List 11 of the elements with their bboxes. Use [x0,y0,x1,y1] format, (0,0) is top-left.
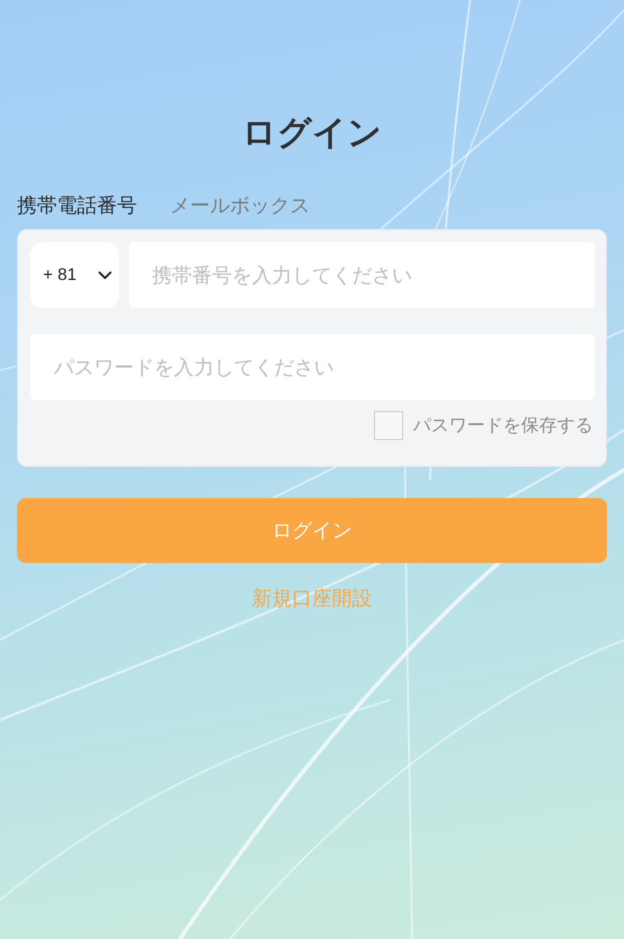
country-code-select[interactable]: + 81 [30,242,119,308]
password-input[interactable]: パスワードを入力してください [30,334,595,400]
login-method-tab[interactable]: メールボックス [170,191,310,219]
remember-password-checkbox[interactable] [374,411,403,440]
chevron-down-icon [98,270,112,280]
remember-password-label: パスワードを保存する [413,414,593,438]
page-title: ログイン [242,112,382,154]
register-account-link[interactable]: 新規口座開設 [252,584,372,612]
login-button[interactable]: ログイン [17,498,607,563]
login-method-tab[interactable]: 携帯電話番号 [17,191,137,219]
phone-number-input[interactable]: 携帯番号を入力してください [129,242,595,308]
